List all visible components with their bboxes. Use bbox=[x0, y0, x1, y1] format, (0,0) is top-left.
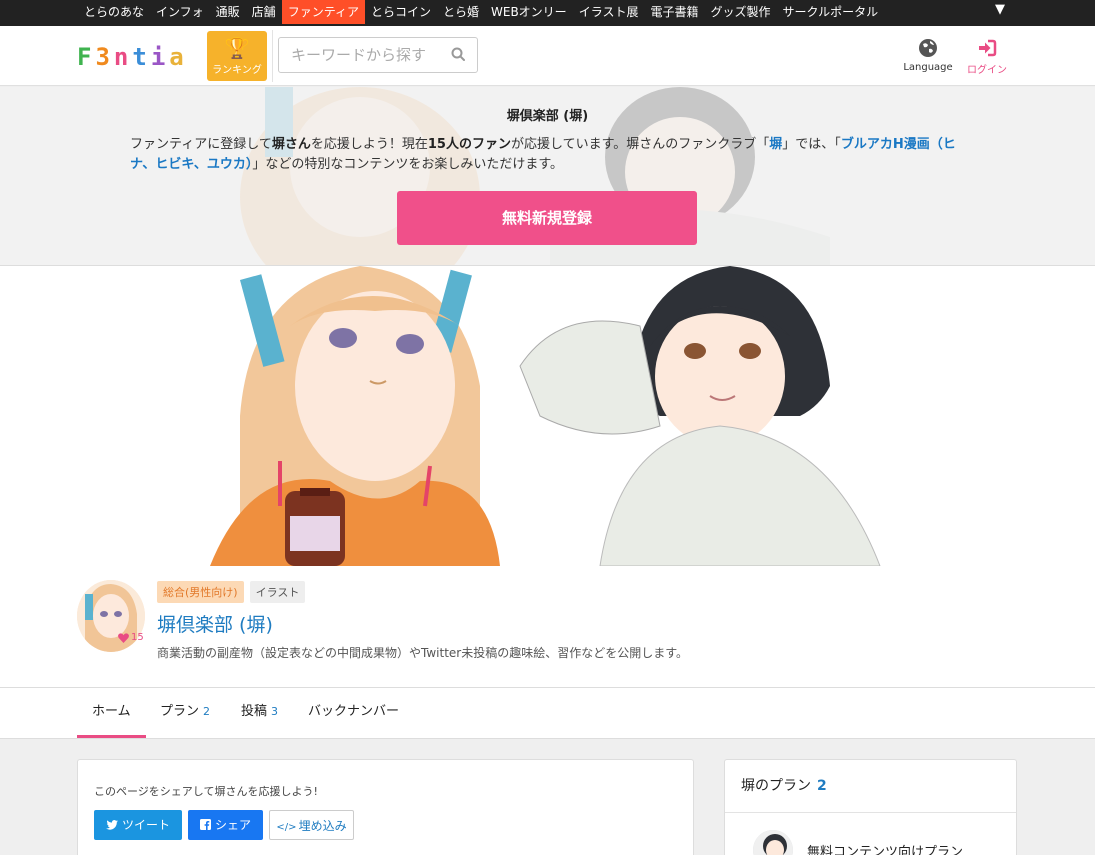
logo-letter: a bbox=[169, 43, 186, 71]
ranking-label: ランキング bbox=[212, 65, 262, 76]
facebook-icon bbox=[199, 819, 211, 830]
banner-msg-creator: 塀さん bbox=[271, 137, 311, 152]
top-nav-item-tenpo[interactable]: 店舗 bbox=[246, 0, 282, 24]
tab-label: 投稿 bbox=[241, 704, 268, 719]
share-card: このページをシェアして塀さんを応援しよう! ツイート シェア </> 埋め込み bbox=[77, 759, 694, 855]
facebook-share-button[interactable]: シェア bbox=[188, 810, 263, 840]
banner-title: 塀倶楽部 (塀) bbox=[506, 109, 589, 124]
fanclub-description: 商業活動の副産物（設定表などの中間成果物）やTwitter未投稿の趣味絵、習作な… bbox=[157, 646, 689, 660]
register-button[interactable]: 無料新規登録 bbox=[397, 191, 697, 245]
tab-label: バックナンバー bbox=[308, 704, 400, 719]
top-nav-bar: とらのあな インフォ 通販 店舗 ファンティア とらコイン とら婚 WEBオンリ… bbox=[0, 0, 1095, 26]
plans-heading: 塀のプラン 2 bbox=[725, 760, 1016, 813]
tab-posts[interactable]: 投稿 3 bbox=[226, 688, 293, 738]
header-divider bbox=[272, 30, 273, 82]
banner-msg-text: 」などの特別なコンテンツをお楽しみいただけます。 bbox=[252, 157, 564, 172]
top-nav-item-toranoana[interactable]: とらのあな bbox=[78, 0, 150, 24]
language-button[interactable]: Language bbox=[900, 38, 956, 73]
login-label: ログイン bbox=[967, 65, 1007, 76]
banner-msg-text: が応援しています。塀さんのファンクラブ「 bbox=[510, 137, 770, 152]
category-tag[interactable]: 総合(男性向け) bbox=[157, 581, 244, 603]
logo-letter: t bbox=[132, 43, 149, 71]
creator-tags: 総合(男性向け) イラスト bbox=[157, 581, 306, 603]
tweet-label: ツイート bbox=[121, 818, 170, 832]
search-icon[interactable] bbox=[451, 47, 465, 61]
sign-in-icon bbox=[979, 39, 997, 57]
banner-msg-text: を応援しよう！現在 bbox=[310, 137, 428, 152]
register-banner: 塀倶楽部 (塀) ファンティアに登録して塀さんを応援しよう！現在15人のファンが… bbox=[0, 87, 1095, 266]
fan-count-value: 15 bbox=[131, 632, 144, 643]
logo-letter: 3 bbox=[95, 43, 112, 71]
top-nav-item-circle[interactable]: サークルポータル bbox=[776, 0, 884, 24]
plans-heading-text: 塀のプラン bbox=[741, 778, 811, 794]
facebook-share-label: シェア bbox=[214, 818, 251, 832]
ranking-button[interactable]: 🏆 ランキング bbox=[207, 31, 267, 81]
tab-label: ホーム bbox=[92, 704, 131, 719]
globe-icon bbox=[919, 39, 937, 57]
tab-count: 2 bbox=[203, 705, 211, 718]
search-box bbox=[278, 37, 478, 73]
twitter-icon bbox=[105, 820, 118, 830]
banner-msg-fans: 15人のファン bbox=[427, 137, 511, 152]
plans-count: 2 bbox=[817, 778, 827, 794]
plan-thumbnail bbox=[753, 830, 793, 855]
logo-letter: i bbox=[150, 43, 168, 71]
top-nav-item-fantia[interactable]: ファンティア bbox=[281, 0, 365, 24]
plan-name: 無料コンテンツ向けプラン bbox=[807, 844, 964, 855]
creator-profile: 15 総合(男性向け) イラスト 塀倶楽部 (塀) 商業活動の副産物（設定表など… bbox=[0, 566, 1095, 688]
plans-card: 塀のプラン 2 無料コンテンツ向けプラン bbox=[724, 759, 1017, 855]
fanclub-name-link[interactable]: 塀倶楽部 (塀) bbox=[157, 610, 273, 637]
fan-count: 15 bbox=[118, 632, 144, 643]
language-label: Language bbox=[903, 62, 953, 73]
embed-label: 埋め込み bbox=[298, 819, 347, 833]
genre-tag[interactable]: イラスト bbox=[249, 581, 306, 603]
top-nav-item-illust[interactable]: イラスト展 bbox=[573, 0, 645, 24]
site-header: F 3 n t i a 🏆 ランキング Language ログイン bbox=[0, 26, 1095, 86]
tab-plans[interactable]: プラン 2 bbox=[145, 688, 225, 738]
embed-button[interactable]: </> 埋め込み bbox=[269, 810, 354, 840]
top-nav-more-dropdown[interactable]: ▼ bbox=[995, 2, 1005, 17]
top-nav-item-webonly[interactable]: WEBオンリー bbox=[485, 0, 573, 24]
code-icon: </> bbox=[276, 822, 297, 833]
fantia-logo[interactable]: F 3 n t i a bbox=[77, 43, 186, 71]
cover-illustration bbox=[210, 266, 881, 566]
banner-msg-text: ファンティアに登録して bbox=[130, 137, 272, 152]
top-nav-item-torakon[interactable]: とら婚 bbox=[437, 0, 485, 24]
search-input[interactable] bbox=[279, 38, 439, 72]
tab-home[interactable]: ホーム bbox=[77, 688, 146, 738]
logo-letter: F bbox=[77, 43, 94, 71]
banner-msg-text: 」では、「 bbox=[782, 137, 841, 152]
top-nav-item-toracoin[interactable]: とらコイン bbox=[365, 0, 437, 24]
tab-label: プラン bbox=[160, 704, 200, 719]
login-button[interactable]: ログイン bbox=[962, 38, 1012, 76]
logo-letter: n bbox=[113, 43, 131, 71]
top-nav-items: とらのあな インフォ 通販 店舗 ファンティア とらコイン とら婚 WEBオンリ… bbox=[78, 0, 884, 26]
top-nav-item-tsuhan[interactable]: 通販 bbox=[210, 0, 246, 24]
share-prompt: このページをシェアして塀さんを応援しよう! bbox=[94, 785, 318, 798]
tweet-button[interactable]: ツイート bbox=[94, 810, 182, 840]
heart-icon bbox=[118, 632, 129, 643]
top-nav-item-info[interactable]: インフォ bbox=[150, 0, 210, 24]
cover-image bbox=[0, 266, 1095, 566]
fanclub-tabs: ホーム プラン 2 投稿 3 バックナンバー bbox=[0, 688, 1095, 739]
banner-club-link[interactable]: 塀 bbox=[769, 137, 782, 152]
banner-message: ファンティアに登録して塀さんを応援しよう！現在15人のファンが応援しています。塀… bbox=[130, 135, 970, 175]
trophy-icon: 🏆 bbox=[224, 36, 250, 60]
top-nav-item-ebook[interactable]: 電子書籍 bbox=[644, 0, 704, 24]
top-nav-item-goods[interactable]: グッズ製作 bbox=[704, 0, 776, 24]
tab-count: 3 bbox=[271, 705, 279, 718]
tab-backnumber[interactable]: バックナンバー bbox=[293, 688, 414, 738]
plan-item[interactable]: 無料コンテンツ向けプラン bbox=[753, 830, 963, 855]
